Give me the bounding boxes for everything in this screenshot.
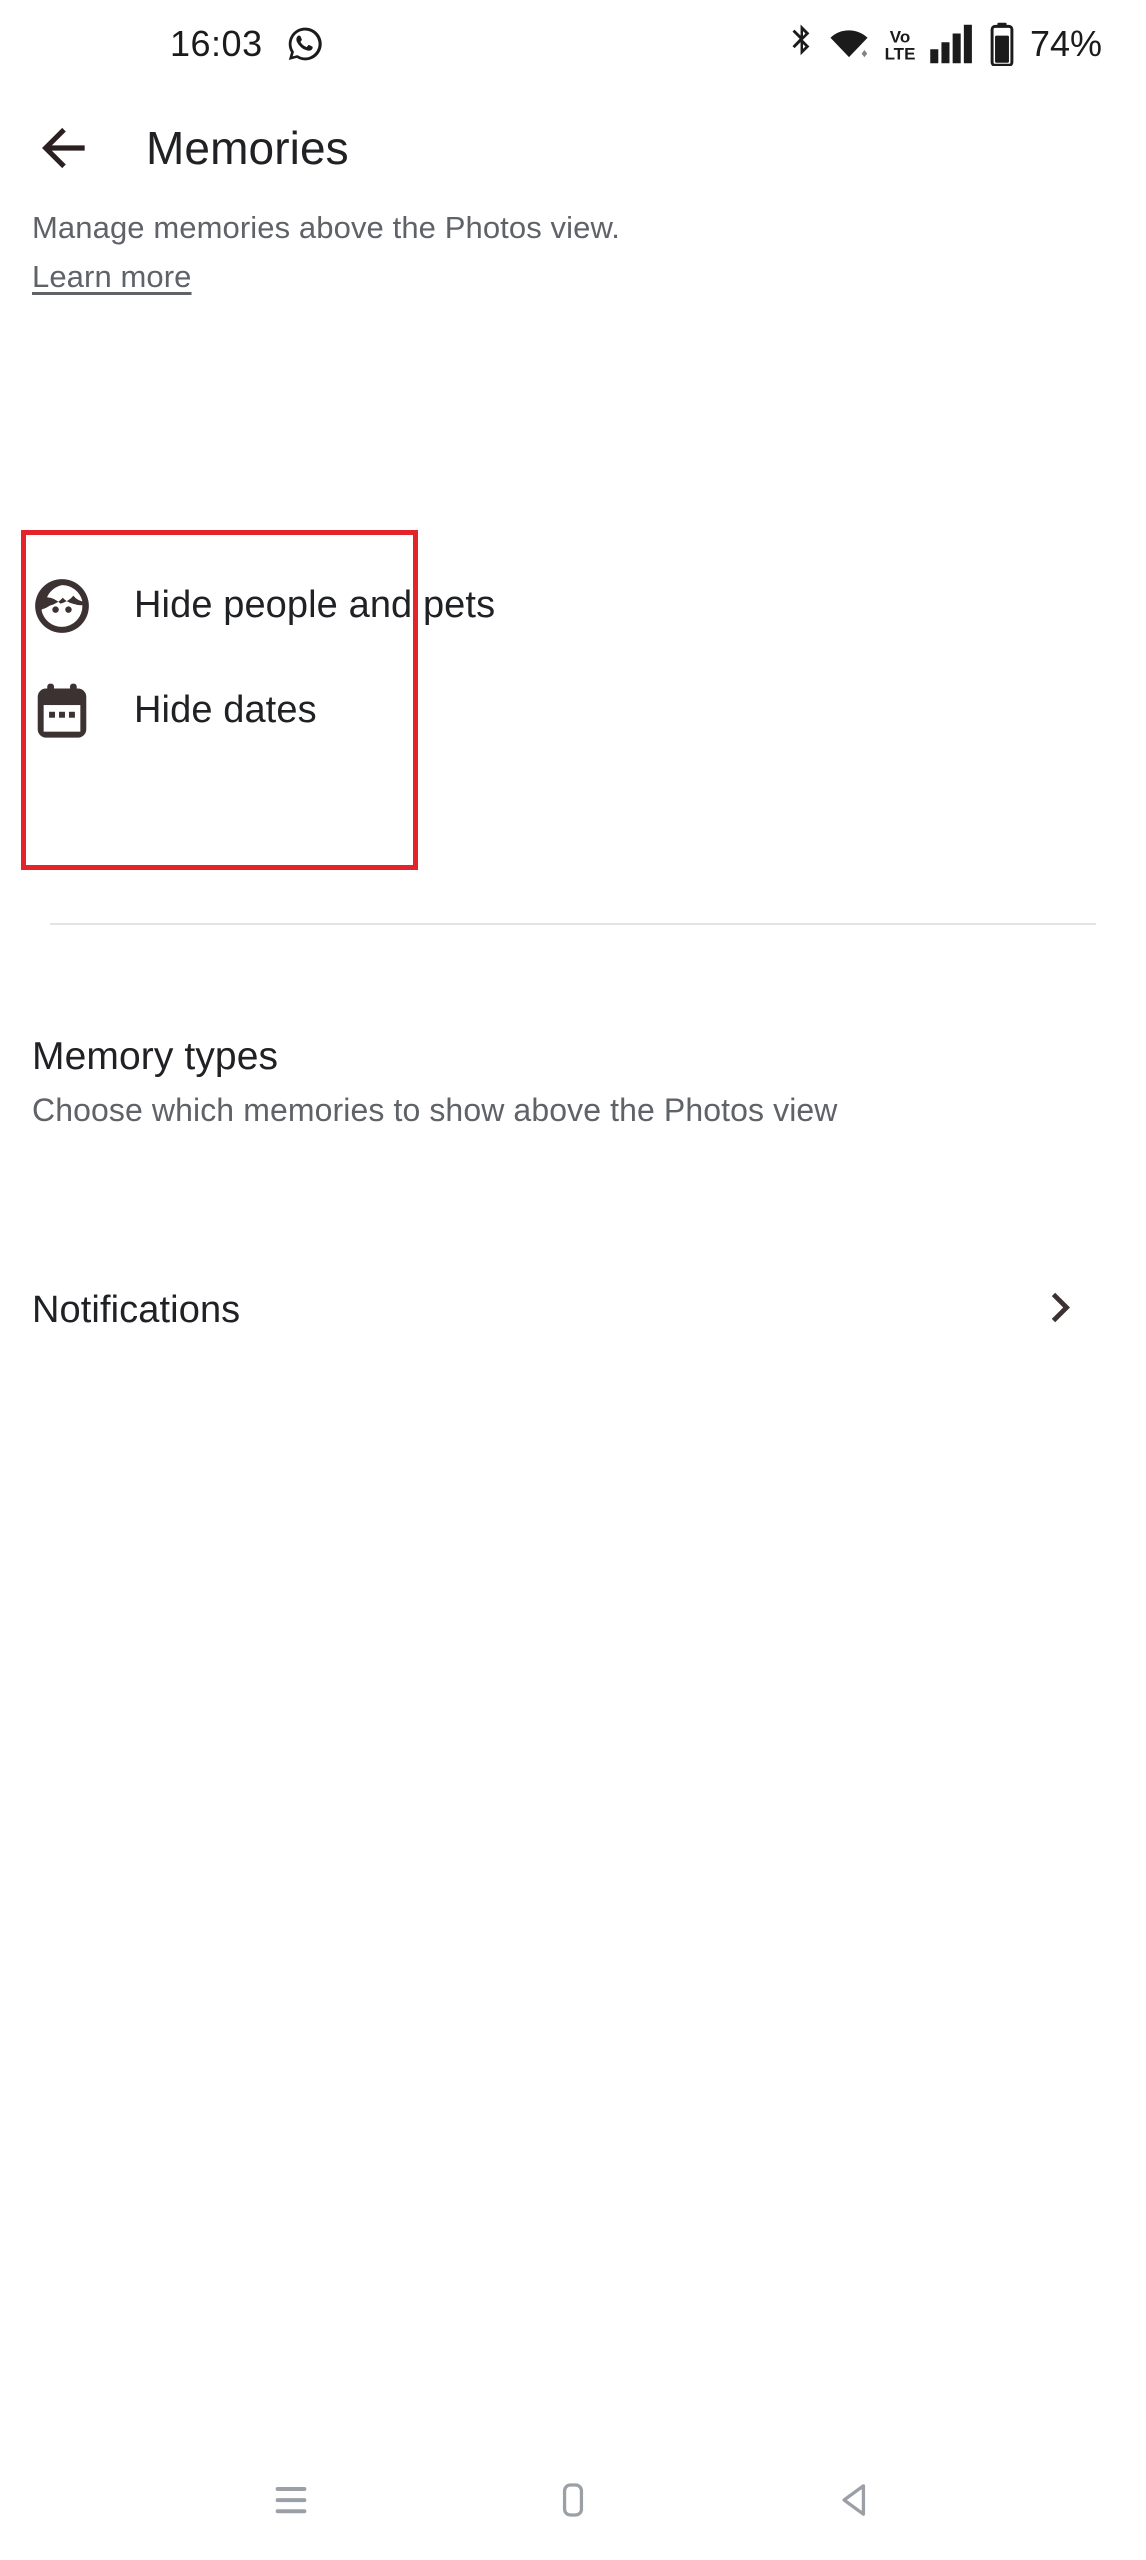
volte-icon: Vo LTE xyxy=(883,23,917,65)
row-notifications[interactable]: Notifications xyxy=(0,1255,1146,1365)
description-text: Manage memories above the Photos view. xyxy=(32,210,620,245)
description-block: Manage memories above the Photos view. L… xyxy=(32,212,1082,295)
back-triangle-icon xyxy=(832,2477,878,2523)
status-bar-right: Vo LTE 74% xyxy=(785,22,1102,67)
home-button[interactable] xyxy=(518,2455,628,2545)
page-title: Memories xyxy=(146,122,349,174)
recents-icon xyxy=(268,2477,314,2523)
back-button-nav[interactable] xyxy=(800,2455,910,2545)
system-navigation-bar xyxy=(0,2440,1146,2560)
section-divider xyxy=(50,923,1096,925)
memory-types-section[interactable]: Memory types Choose which memories to sh… xyxy=(32,1035,1112,1129)
battery-icon xyxy=(989,22,1015,67)
person-face-icon xyxy=(31,575,93,637)
app-bar: Memories xyxy=(0,88,1146,208)
phone-screen: 16:03 Vo LTE 74% Memories Manage memorie… xyxy=(0,0,1146,2560)
back-button[interactable] xyxy=(16,100,112,196)
learn-more-link[interactable]: Learn more xyxy=(32,259,192,295)
recents-button[interactable] xyxy=(236,2455,346,2545)
status-bar-left: 16:03 xyxy=(0,23,325,65)
row-hide-dates[interactable]: Hide dates xyxy=(0,658,1146,763)
status-bar: 16:03 Vo LTE 74% xyxy=(0,0,1146,88)
memory-types-title: Memory types xyxy=(32,1035,279,1078)
svg-text:LTE: LTE xyxy=(885,44,916,63)
chevron-right-icon xyxy=(1038,1284,1086,1337)
back-arrow-icon xyxy=(33,117,95,179)
bluetooth-icon xyxy=(785,23,815,65)
notifications-label: Notifications xyxy=(32,1288,241,1331)
row-label: Hide people and pets xyxy=(134,584,496,626)
memory-types-subtitle: Choose which memories to show above the … xyxy=(32,1092,838,1128)
row-label: Hide dates xyxy=(134,689,317,731)
calendar-icon xyxy=(31,680,93,742)
row-hide-people-and-pets[interactable]: Hide people and pets xyxy=(0,553,1146,658)
whatsapp-icon xyxy=(285,24,325,64)
cellular-signal-icon xyxy=(930,23,976,65)
home-icon xyxy=(550,2477,596,2523)
status-bar-clock: 16:03 xyxy=(170,23,263,64)
battery-percent-label: 74% xyxy=(1029,23,1102,64)
wifi-icon xyxy=(828,23,870,65)
